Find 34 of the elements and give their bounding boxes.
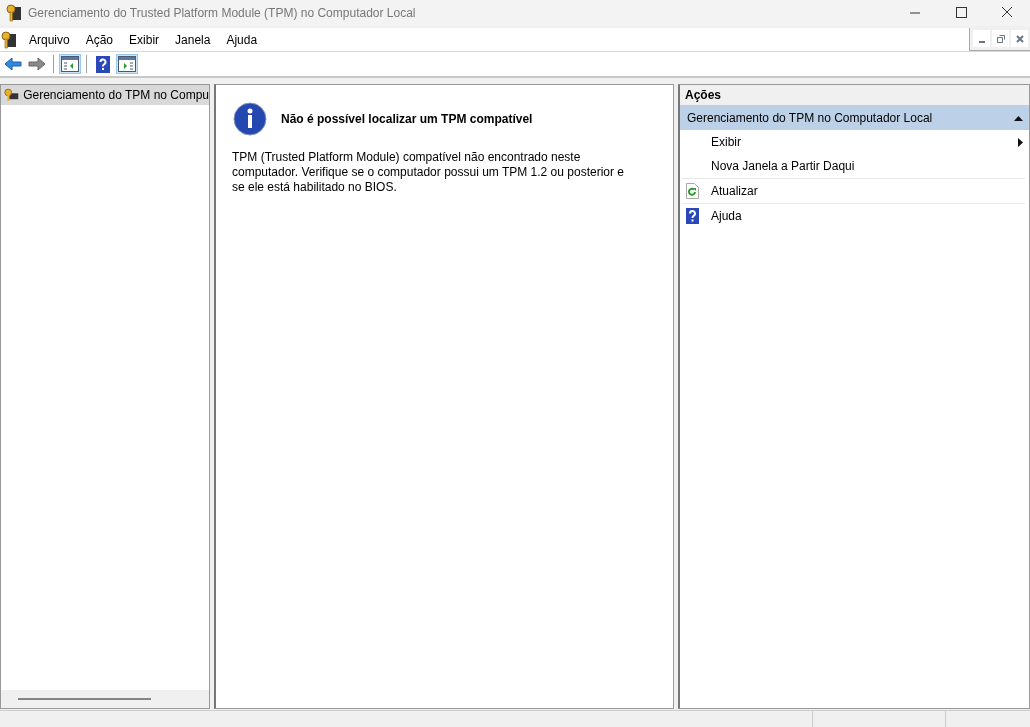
restore-icon [995, 33, 1006, 44]
key-icon [6, 4, 22, 22]
horizontal-scrollbar[interactable] [1, 690, 209, 708]
message-text: TPM (Trusted Platform Module) compatível não encontrado neste computador. Verifique se o computador possui um TPM 1.2 ou posterior e se ele está habilitado no BIOS. [232, 150, 625, 195]
minimize-button[interactable] [973, 30, 990, 47]
menu-item[interactable]: Arquivo [21, 32, 78, 47]
window-title: Gerenciamento do Trusted Platform Module (TPM) no Computador Local [28, 6, 417, 20]
pane-icon[interactable] [59, 54, 81, 74]
action-item[interactable]: Exibir [682, 130, 1025, 154]
menu-item[interactable]: Ajuda [218, 32, 266, 47]
action-item[interactable]: Nova Janela a Partir Daqui [682, 154, 1025, 178]
actions-header: Ações [680, 85, 1029, 106]
key-icon [1, 30, 17, 49]
minimize-icon [978, 41, 985, 43]
menu-item[interactable]: Ação [77, 32, 122, 47]
info-icon [233, 102, 267, 136]
restore-button[interactable] [992, 30, 1009, 47]
close-button[interactable] [1011, 30, 1028, 47]
menu-item[interactable]: Janela [167, 32, 219, 47]
back-arrow-icon[interactable] [2, 54, 24, 74]
close-icon [1014, 33, 1025, 44]
caret-icon [1014, 115, 1023, 121]
pane-icon[interactable] [116, 54, 138, 74]
help-icon [686, 208, 699, 224]
message-heading: Não é possível localizar um TPM compatível [281, 112, 533, 126]
forward-arrow-icon[interactable] [26, 54, 48, 74]
action-item[interactable]: Atualizar [682, 178, 1025, 203]
menu-item[interactable]: Exibir [121, 32, 168, 47]
tree-item[interactable]: Gerenciamento do TPM no Compu [1, 85, 209, 105]
refresh-icon [686, 183, 699, 199]
action-item[interactable]: Ajuda [682, 203, 1025, 228]
key-icon [4, 87, 20, 103]
submenu-arrow-icon [1018, 137, 1023, 147]
actions-section-header[interactable]: Gerenciamento do TPM no Computador Local [680, 106, 1029, 130]
